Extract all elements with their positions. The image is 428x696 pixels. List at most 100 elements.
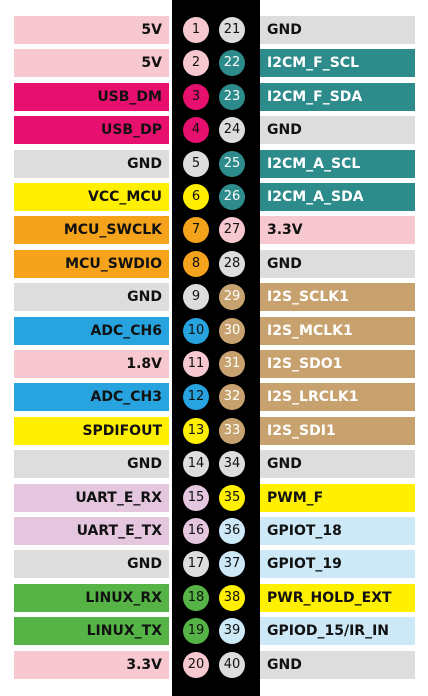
pin-number-odd: 4 bbox=[183, 117, 209, 143]
pin-number-odd: 3 bbox=[183, 84, 209, 110]
pin-label-left: GND bbox=[14, 283, 169, 311]
pin-number-odd: 13 bbox=[183, 418, 209, 444]
pin-label-right: GPIOT_19 bbox=[260, 550, 415, 578]
pin-row: GND 9 29 I2S_SCLK1 bbox=[0, 283, 428, 311]
pin-number-even: 24 bbox=[219, 117, 245, 143]
pin-label-right: GPIOT_18 bbox=[260, 517, 415, 545]
pin-number-even: 33 bbox=[219, 418, 245, 444]
pin-label-right: GND bbox=[260, 450, 415, 478]
pin-number-even: 38 bbox=[219, 585, 245, 611]
pin-label-right: I2S_SCLK1 bbox=[260, 283, 415, 311]
pin-number-even: 36 bbox=[219, 518, 245, 544]
pin-number-even: 21 bbox=[219, 17, 245, 43]
pin-label-right: I2CM_F_SCL bbox=[260, 49, 415, 77]
pin-number-odd: 19 bbox=[183, 618, 209, 644]
pin-row: 5V 1 21 GND bbox=[0, 16, 428, 44]
pin-label-left: UART_E_TX bbox=[14, 517, 169, 545]
pin-number-even: 34 bbox=[219, 451, 245, 477]
pin-label-right: I2CM_A_SDA bbox=[260, 183, 415, 211]
pin-label-right: GND bbox=[260, 16, 415, 44]
pin-label-left: USB_DM bbox=[14, 83, 169, 111]
pin-label-right: 3.3V bbox=[260, 216, 415, 244]
pin-row: UART_E_RX 15 35 PWM_F bbox=[0, 484, 428, 512]
pin-number-odd: 6 bbox=[183, 184, 209, 210]
pin-number-odd: 17 bbox=[183, 551, 209, 577]
pin-number-odd: 7 bbox=[183, 217, 209, 243]
pin-label-left: VCC_MCU bbox=[14, 183, 169, 211]
pin-number-odd: 16 bbox=[183, 518, 209, 544]
pin-row: ADC_CH3 12 32 I2S_LRCLK1 bbox=[0, 383, 428, 411]
pin-label-right: I2S_LRCLK1 bbox=[260, 383, 415, 411]
pin-label-left: UART_E_RX bbox=[14, 484, 169, 512]
pin-label-left: SPDIFOUT bbox=[14, 417, 169, 445]
pin-label-right: GPIOD_15/IR_IN bbox=[260, 617, 415, 645]
pin-number-odd: 12 bbox=[183, 384, 209, 410]
pin-label-right: I2S_MCLK1 bbox=[260, 317, 415, 345]
pin-row: MCU_SWDIO 8 28 GND bbox=[0, 250, 428, 278]
pin-number-even: 35 bbox=[219, 485, 245, 511]
pin-number-even: 32 bbox=[219, 384, 245, 410]
pin-row: MCU_SWCLK 7 27 3.3V bbox=[0, 216, 428, 244]
pin-number-odd: 15 bbox=[183, 485, 209, 511]
pin-row: 5V 2 22 I2CM_F_SCL bbox=[0, 49, 428, 77]
pin-label-right: I2S_SDO1 bbox=[260, 350, 415, 378]
pin-label-right: GND bbox=[260, 250, 415, 278]
pin-label-left: MCU_SWDIO bbox=[14, 250, 169, 278]
pin-number-odd: 20 bbox=[183, 652, 209, 678]
pin-row: UART_E_TX 16 36 GPIOT_18 bbox=[0, 517, 428, 545]
pin-number-even: 37 bbox=[219, 551, 245, 577]
pin-number-even: 30 bbox=[219, 318, 245, 344]
pin-number-even: 29 bbox=[219, 284, 245, 310]
pin-row: LINUX_TX 19 39 GPIOD_15/IR_IN bbox=[0, 617, 428, 645]
pin-number-odd: 2 bbox=[183, 50, 209, 76]
pin-label-right: I2S_SDI1 bbox=[260, 417, 415, 445]
pin-label-left: LINUX_TX bbox=[14, 617, 169, 645]
pinout-diagram: 5V 1 21 GND 5V 2 22 I2CM_F_SCL USB_DM 3 23 I2CM_F_S… bbox=[0, 0, 428, 696]
pin-row: USB_DP 4 24 GND bbox=[0, 116, 428, 144]
pin-number-odd: 9 bbox=[183, 284, 209, 310]
pin-number-odd: 5 bbox=[183, 151, 209, 177]
pin-label-left: 5V bbox=[14, 16, 169, 44]
pin-label-left: MCU_SWCLK bbox=[14, 216, 169, 244]
pin-number-even: 22 bbox=[219, 50, 245, 76]
pin-number-odd: 11 bbox=[183, 351, 209, 377]
pin-label-left: USB_DP bbox=[14, 116, 169, 144]
pin-label-left: 5V bbox=[14, 49, 169, 77]
pin-row: LINUX_RX 18 38 PWR_HOLD_EXT bbox=[0, 584, 428, 612]
pin-row: VCC_MCU 6 26 I2CM_A_SDA bbox=[0, 183, 428, 211]
pin-number-even: 23 bbox=[219, 84, 245, 110]
pin-number-even: 39 bbox=[219, 618, 245, 644]
pin-row: USB_DM 3 23 I2CM_F_SDA bbox=[0, 83, 428, 111]
pin-number-odd: 14 bbox=[183, 451, 209, 477]
pin-row: ADC_CH6 10 30 I2S_MCLK1 bbox=[0, 317, 428, 345]
pin-number-odd: 8 bbox=[183, 251, 209, 277]
pin-number-even: 31 bbox=[219, 351, 245, 377]
pin-label-right: I2CM_F_SDA bbox=[260, 83, 415, 111]
pin-number-odd: 18 bbox=[183, 585, 209, 611]
pin-label-left: LINUX_RX bbox=[14, 584, 169, 612]
pin-row: SPDIFOUT 13 33 I2S_SDI1 bbox=[0, 417, 428, 445]
pin-label-left: 3.3V bbox=[14, 651, 169, 679]
pin-label-right: PWR_HOLD_EXT bbox=[260, 584, 415, 612]
pin-number-even: 28 bbox=[219, 251, 245, 277]
pin-label-right: I2CM_A_SCL bbox=[260, 150, 415, 178]
pin-number-odd: 1 bbox=[183, 17, 209, 43]
pin-number-odd: 10 bbox=[183, 318, 209, 344]
pin-row: 3.3V 20 40 GND bbox=[0, 651, 428, 679]
pin-row: 1.8V 11 31 I2S_SDO1 bbox=[0, 350, 428, 378]
pin-number-even: 26 bbox=[219, 184, 245, 210]
pin-label-right: GND bbox=[260, 116, 415, 144]
pin-label-left: ADC_CH6 bbox=[14, 317, 169, 345]
pin-label-right: PWM_F bbox=[260, 484, 415, 512]
pin-label-left: GND bbox=[14, 450, 169, 478]
pin-row: GND 14 34 GND bbox=[0, 450, 428, 478]
pin-label-left: ADC_CH3 bbox=[14, 383, 169, 411]
pin-row: GND 17 37 GPIOT_19 bbox=[0, 550, 428, 578]
pin-label-left: GND bbox=[14, 150, 169, 178]
pin-row: GND 5 25 I2CM_A_SCL bbox=[0, 150, 428, 178]
pin-number-even: 27 bbox=[219, 217, 245, 243]
pin-label-right: GND bbox=[260, 651, 415, 679]
pin-label-left: 1.8V bbox=[14, 350, 169, 378]
pin-number-even: 40 bbox=[219, 652, 245, 678]
pin-number-even: 25 bbox=[219, 151, 245, 177]
